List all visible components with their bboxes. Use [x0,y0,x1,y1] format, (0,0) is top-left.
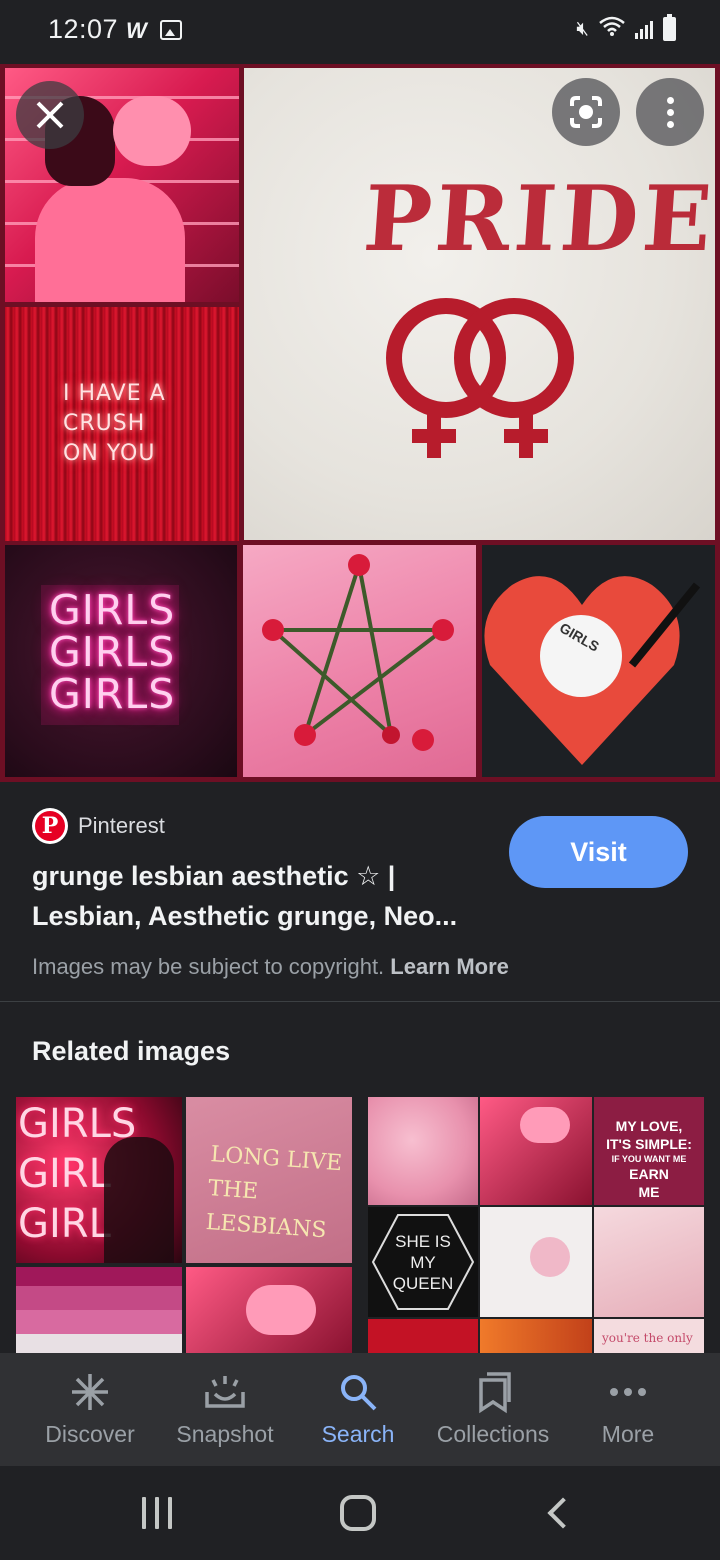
more-horizontal-icon [608,1367,648,1417]
collage-tile-girls-neon: GIRLS GIRLS GIRLS [5,545,237,777]
nav-snapshot[interactable]: Snapshot [155,1367,295,1448]
related-beach-tile [594,1207,704,1317]
back-button[interactable] [547,1497,579,1529]
status-icons: 🔇︎ [576,14,676,42]
more-vertical-icon [666,96,674,104]
related-youre-tile: you're the only [594,1319,704,1353]
related-red-tile [368,1319,478,1353]
result-title[interactable]: grunge lesbian aesthetic ☆ | Lesbian, Ae… [32,856,492,936]
crush-neon-line: CRUSH [63,411,146,436]
nav-collections[interactable]: Collections [423,1367,563,1448]
signal-icon [635,19,653,39]
vinyl-label-text: GIRLS [556,619,602,655]
related-she-is-tile: SHE IS MY QUEEN [368,1207,478,1317]
close-icon [36,101,64,129]
search-icon [338,1367,378,1417]
related-crystals-tile [368,1097,478,1205]
image-preview[interactable]: I HAVE A CRUSH ON YOU PRIDE GIRLS GIRLS … [0,64,720,782]
related-images-strip: GIRLS GIRL GIRL LONG LIVE THE LESBIANS M… [0,1097,720,1353]
asterisk-icon [70,1367,110,1417]
nav-label: Discover [45,1421,135,1447]
lens-icon [570,96,602,128]
quote-line: you're the only [602,1331,693,1345]
nav-discover[interactable]: Discover [20,1367,160,1448]
quote-line: QUEEN [392,1274,454,1293]
related-girl-tile [480,1097,592,1205]
lens-button[interactable] [552,78,620,146]
quote-line: IF YOU WANT ME [611,1154,687,1164]
girls-neon-line: GIRLS [49,628,176,676]
quote-line: MY LOVE, [615,1118,683,1134]
girls-neon-line: GIRLS [49,586,176,634]
quote-line: MY [410,1253,436,1272]
related-peony-tile [480,1207,592,1317]
related-flag-tile [16,1267,182,1353]
collections-icon [473,1367,513,1417]
collage-tile-vinyl: GIRLS [482,545,715,777]
nav-more[interactable]: More [558,1367,698,1448]
status-time: 12:07 [48,14,119,44]
copyright-notice: Images may be subject to copyright. Lear… [32,954,509,980]
recent-apps-button[interactable] [142,1497,172,1529]
gallery-notification-icon [160,20,182,40]
snapshot-icon [203,1367,247,1417]
nav-label: Collections [436,1421,550,1447]
nav-search[interactable]: Search [288,1367,428,1448]
related-kiss-tile [186,1267,352,1353]
venus-symbols-graffiti [386,298,574,458]
system-navigation-bar [0,1466,720,1560]
more-options-button[interactable] [636,78,704,146]
wifi-icon [599,16,625,42]
copyright-text: Images may be subject to copyright. [32,954,385,979]
quote-line: SHE IS [395,1232,451,1251]
learn-more-link[interactable]: Learn More [390,954,509,979]
pinterest-logo: P [32,808,68,844]
crush-neon-line: I HAVE A [63,381,166,406]
related-my-love-tile: MY LOVE, IT'S SIMPLE: IF YOU WANT ME EAR… [594,1097,704,1205]
mute-icon: 🔇︎ [576,17,589,40]
source-row[interactable]: P Pinterest [32,808,165,844]
source-name: Pinterest [78,813,165,838]
close-button[interactable] [16,81,84,149]
status-bar: 12:07 W 🔇︎ [0,0,720,64]
collage-tile-pride: PRIDE [244,68,715,540]
quote-line: EARN [629,1166,669,1182]
webtoon-notification-icon: W [126,18,147,43]
home-button[interactable] [340,1495,376,1531]
related-image-2[interactable]: MY LOVE, IT'S SIMPLE: IF YOU WANT ME EAR… [368,1097,704,1353]
crush-neon-line: ON YOU [63,441,156,466]
related-sunset-tile [480,1319,592,1353]
girls-neon-line: GIRLS [49,670,176,718]
nav-label: More [601,1421,655,1447]
nav-label: Search [321,1421,395,1447]
visit-button[interactable]: Visit [509,816,688,888]
related-image-1[interactable]: GIRLS GIRL GIRL LONG LIVE THE LESBIANS [16,1097,352,1353]
related-girls-tile: GIRLS GIRL GIRL [16,1097,182,1263]
collage-tile-rose-star [243,545,476,777]
result-info: P Pinterest grunge lesbian aesthetic ☆ |… [0,782,720,1002]
collage-tile-crush: I HAVE A CRUSH ON YOU [5,307,239,541]
related-long-live-tile: LONG LIVE THE LESBIANS [186,1097,352,1263]
quote-line: IT'S SIMPLE: [606,1136,692,1152]
battery-icon [663,14,676,41]
handwriting-line: THE LESBIANS [204,1176,328,1244]
pride-graffiti: PRIDE [360,166,715,272]
related-images-heading: Related images [32,1036,231,1066]
nav-label: Snapshot [176,1421,274,1447]
quote-line: ME [638,1184,660,1200]
bottom-navigation: Discover Snapshot Search Collections Mor… [0,1353,720,1466]
